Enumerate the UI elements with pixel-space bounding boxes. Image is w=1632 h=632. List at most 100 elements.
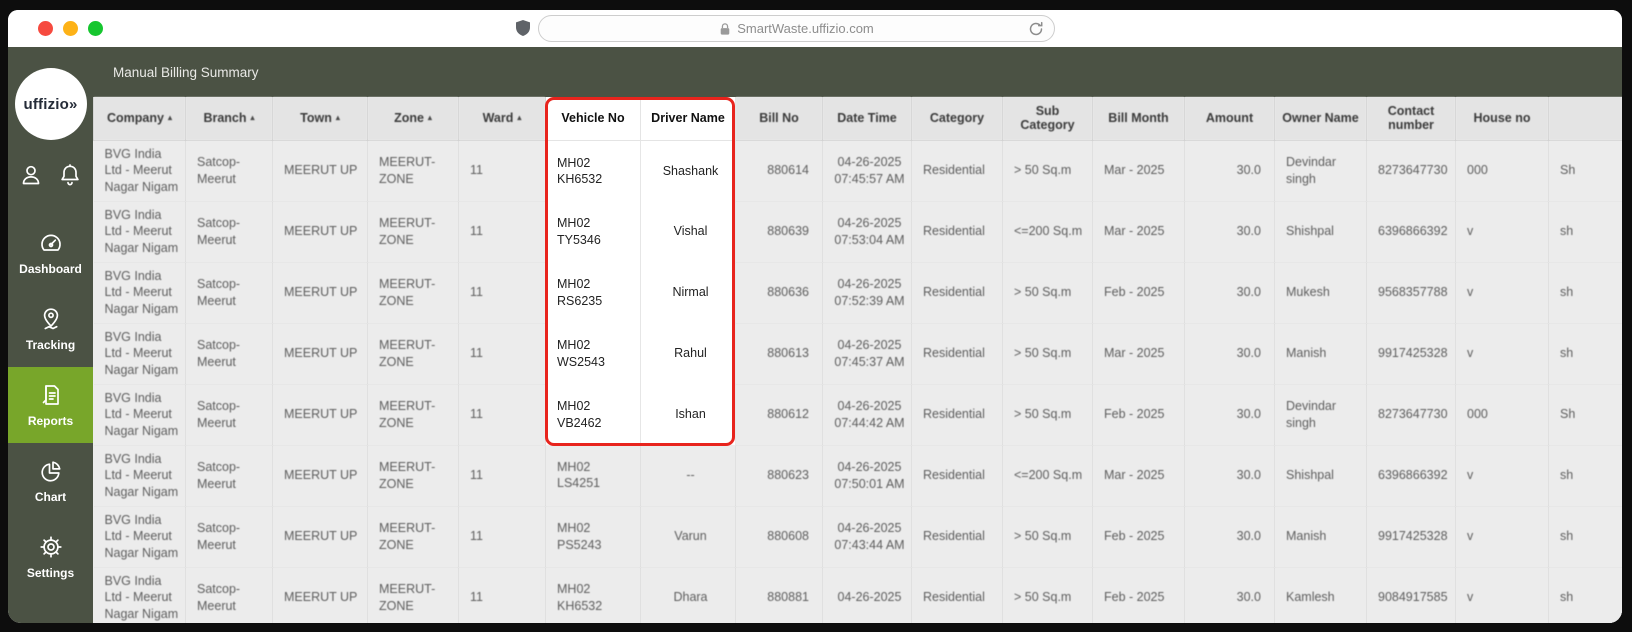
table-cell: 8273647730 [1366, 384, 1456, 446]
column-header-vehicle-no[interactable]: Vehicle No [545, 97, 641, 141]
column-header-branch[interactable]: Branch ▴ [185, 97, 273, 141]
column-header-house-no[interactable]: House no [1455, 97, 1549, 141]
desktop-background: { "chrome": { "url": "SmartWaste.uffizio… [0, 0, 1632, 632]
table-cell: 04-26-2025 07:52:39 AM [822, 262, 912, 324]
browser-chrome: SmartWaste.uffizio.com [8, 10, 1622, 47]
table-cell: Feb - 2025 [1092, 262, 1185, 324]
column-header-company[interactable]: Company ▴ [93, 97, 186, 141]
column-header-ward[interactable]: Ward ▴ [458, 97, 546, 141]
table-cell: Shishpal [1274, 201, 1367, 263]
column-header-driver-name[interactable]: Driver Name [640, 97, 736, 141]
table-cell: BVG India Ltd - Meerut Nagar Nigam [93, 506, 186, 568]
table-cell: MEERUT-ZONE [367, 445, 459, 507]
table-cell: Residential [911, 140, 1003, 202]
page-title-bar: Manual Billing Summary [93, 47, 1622, 97]
table-cell: 04-26-2025 07:44:42 AM [822, 384, 912, 446]
table-cell: 04-26-2025 07:45:37 AM [822, 323, 912, 385]
map-pin-icon [38, 306, 64, 332]
table-cell: 30.0 [1184, 323, 1275, 385]
column-header-owner-name[interactable]: Owner Name [1274, 97, 1367, 141]
sidebar-item-label: Chart [34, 490, 67, 504]
table-cell: MEERUT UP [272, 201, 368, 263]
table-cell: Satcop-Meerut [185, 506, 273, 568]
reload-icon[interactable] [1027, 20, 1045, 38]
sidebar-nav: Dashboard Tracking Reports Chart Settings [8, 215, 93, 595]
table-cell: > 50 Sq.m [1002, 323, 1093, 385]
sidebar-item-tracking[interactable]: Tracking [8, 291, 93, 367]
sidebar-item-label: Reports [27, 414, 74, 428]
close-button[interactable] [38, 21, 53, 36]
url-bar[interactable]: SmartWaste.uffizio.com [538, 15, 1055, 42]
table-cell: 11 [458, 445, 546, 507]
table-cell: Residential [911, 567, 1003, 623]
person-icon[interactable] [18, 162, 44, 188]
table-cell: <=200 Sq.m [1002, 445, 1093, 507]
column-header-bill-no[interactable]: Bill No [735, 97, 823, 141]
table-cell: 11 [458, 384, 546, 446]
table-cell: 9917425328 [1366, 323, 1456, 385]
table-cell: BVG India Ltd - Meerut Nagar Nigam [93, 262, 186, 324]
table-cell: Rahul [640, 323, 736, 384]
table-cell: Satcop-Meerut [185, 384, 273, 446]
column-header-category[interactable]: Category [911, 97, 1003, 141]
table-cell: MH02 VB2462 [545, 384, 641, 445]
table-cell: 6396866392 [1366, 445, 1456, 507]
zoom-button[interactable] [88, 21, 103, 36]
table-cell: Residential [911, 323, 1003, 385]
table-row: BVG India Ltd - Meerut Nagar Nigam Satcop… [93, 384, 1622, 446]
sort-asc-icon: ▴ [167, 113, 172, 123]
table-cell: MEERUT UP [272, 140, 368, 202]
table-cell: v [1455, 445, 1549, 507]
table-cell: MH02 TY5346 [545, 201, 641, 262]
sidebar-item-chart[interactable]: Chart [8, 443, 93, 519]
sidebar-item-label: Settings [26, 566, 75, 580]
table-cell: 30.0 [1184, 201, 1275, 263]
table-cell: 000 [1455, 140, 1549, 202]
column-header-zone[interactable]: Zone ▴ [367, 97, 459, 141]
table-cell: 8273647730 [1366, 140, 1456, 202]
column-header-cut[interactable] [1548, 97, 1622, 141]
table-row: BVG India Ltd - Meerut Nagar Nigam Satcop… [93, 567, 1622, 623]
sidebar-top-icons [18, 162, 83, 188]
pie-chart-icon [38, 458, 64, 484]
table-cell: 11 [458, 567, 546, 623]
bell-icon[interactable] [57, 162, 83, 188]
sidebar-item-reports[interactable]: Reports [8, 367, 93, 443]
table-row: BVG India Ltd - Meerut Nagar Nigam Satcop… [93, 140, 1622, 202]
column-header-date-time[interactable]: Date Time [822, 97, 912, 141]
traffic-lights [38, 21, 103, 36]
table-cell: MEERUT-ZONE [367, 506, 459, 568]
table-row: BVG India Ltd - Meerut Nagar Nigam Satcop… [93, 323, 1622, 385]
table-cell: v [1455, 201, 1549, 263]
table-cell: v [1455, 506, 1549, 568]
table-cell: 30.0 [1184, 567, 1275, 623]
column-header-contact-number[interactable]: Contact number [1366, 97, 1456, 141]
column-header-amount[interactable]: Amount [1184, 97, 1275, 141]
table-cell: MEERUT UP [272, 262, 368, 324]
table-cell: MH02 LS4251 [545, 445, 641, 507]
shield-icon[interactable] [513, 18, 533, 38]
table-cell: Mar - 2025 [1092, 323, 1185, 385]
table-cell: MEERUT UP [272, 323, 368, 385]
lock-icon [719, 22, 731, 36]
table-cell: Feb - 2025 [1092, 506, 1185, 568]
table-cell: MEERUT-ZONE [367, 567, 459, 623]
table-cell: Devindar singh [1274, 384, 1367, 446]
sort-asc-icon: ▴ [517, 113, 522, 123]
table-cell: 11 [458, 323, 546, 385]
report-doc-icon [38, 382, 64, 408]
column-header-sub-category[interactable]: Sub Category [1002, 97, 1093, 141]
table-cell: Vishal [640, 201, 736, 262]
table-cell: Mar - 2025 [1092, 201, 1185, 263]
speedometer-icon [38, 230, 64, 256]
table-cell: MH02 RS6235 [545, 262, 641, 323]
table-cell: 880613 [735, 323, 823, 385]
table-cell: 30.0 [1184, 384, 1275, 446]
browser-window: SmartWaste.uffizio.com uffizio» Dashboar… [8, 10, 1622, 623]
sidebar-item-dashboard[interactable]: Dashboard [8, 215, 93, 291]
table-cell: v [1455, 323, 1549, 385]
sidebar-item-settings[interactable]: Settings [8, 519, 93, 595]
minimize-button[interactable] [63, 21, 78, 36]
column-header-town[interactable]: Town ▴ [272, 97, 368, 141]
column-header-bill-month[interactable]: Bill Month [1092, 97, 1185, 141]
